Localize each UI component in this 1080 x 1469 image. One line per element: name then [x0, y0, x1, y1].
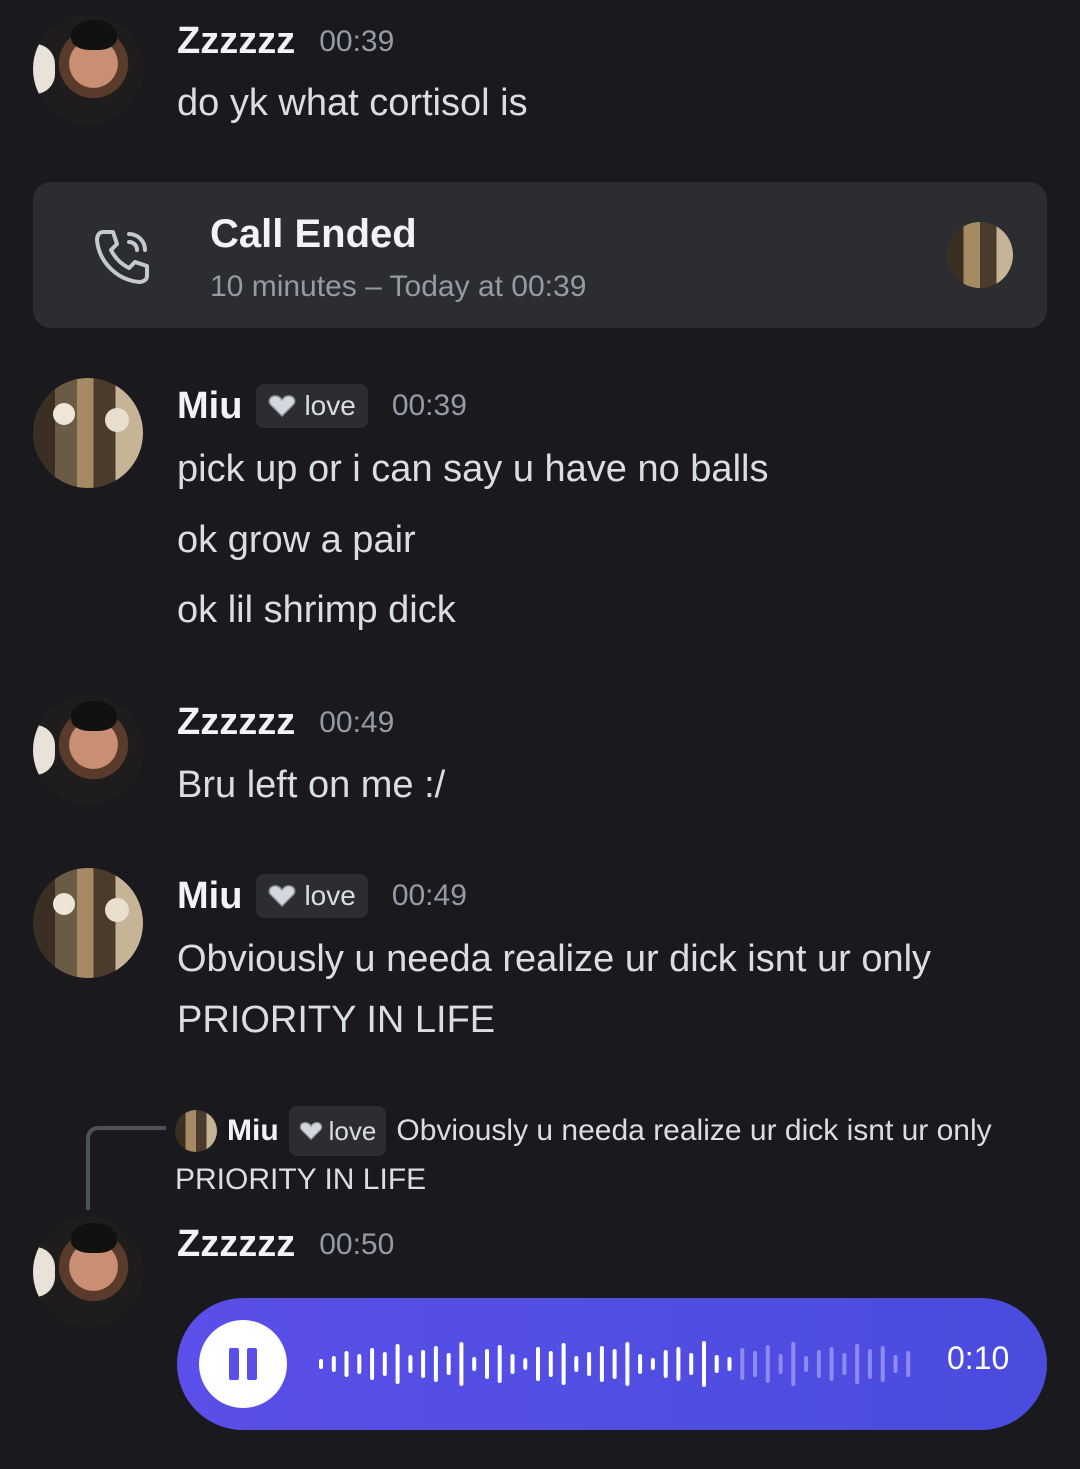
heart-icon	[299, 1121, 322, 1141]
waveform-bar	[612, 1349, 617, 1379]
waveform-bar	[472, 1357, 477, 1371]
waveform-bar	[778, 1354, 783, 1374]
message-text: Bru left on me :/	[177, 764, 446, 806]
heart-icon	[269, 885, 296, 908]
tag-label: love	[304, 880, 356, 911]
call-subtitle: 10 minutes – Today at 00:39	[210, 270, 587, 303]
reply-connector	[86, 1126, 166, 1210]
username[interactable]: Zzzzzz	[177, 701, 295, 744]
timestamp: 00:39	[319, 24, 395, 58]
waveform-bar	[536, 1347, 540, 1381]
heart-icon	[269, 395, 296, 418]
pause-icon	[229, 1348, 239, 1380]
waveform-bar	[676, 1347, 681, 1381]
waveform-bar	[523, 1358, 528, 1370]
waveform-bar	[421, 1350, 426, 1378]
avatar-zzzzzz[interactable]	[33, 695, 143, 805]
message-header: Zzzzzz 00:50	[177, 1223, 394, 1266]
reply-avatar	[175, 1110, 217, 1152]
waveform-bar	[906, 1351, 911, 1377]
message-header: Miu love 00:49	[177, 874, 467, 918]
waveform-bar	[727, 1357, 732, 1371]
waveform-bar	[319, 1359, 323, 1369]
waveform-bar	[485, 1349, 489, 1379]
message-text: pick up or i can say u have no balls	[177, 448, 769, 490]
message-text: ok grow a pair	[177, 519, 416, 561]
waveform-bar	[433, 1346, 438, 1382]
waveform-bar	[357, 1354, 362, 1374]
waveform-bar	[791, 1342, 796, 1386]
waveform-bar	[446, 1353, 451, 1375]
call-ended-card[interactable]: Call Ended 10 minutes – Today at 00:39	[33, 182, 1047, 328]
avatar-miu[interactable]	[33, 868, 143, 978]
pause-icon	[247, 1348, 257, 1380]
tag-label: love	[304, 390, 356, 421]
waveform-bar	[599, 1346, 604, 1382]
avatar-zzzzzz[interactable]	[33, 1217, 143, 1327]
reply-tag-label: love	[328, 1116, 377, 1146]
waveform-bar	[842, 1353, 847, 1375]
waveform-bar	[740, 1348, 745, 1380]
waveform-bar	[829, 1347, 834, 1381]
message-header: Miu love 00:39	[177, 384, 467, 428]
waveform-bar	[689, 1353, 694, 1375]
reply-user-tag: love	[288, 1106, 387, 1156]
waveform-bar	[548, 1351, 553, 1377]
phone-icon	[95, 230, 149, 284]
waveform-bar	[753, 1351, 757, 1377]
voice-duration: 0:10	[947, 1340, 1010, 1376]
waveform-bar	[382, 1352, 387, 1376]
message-header: Zzzzzz 00:39	[177, 20, 394, 63]
waveform-bar	[331, 1356, 336, 1372]
call-participant-avatar[interactable]	[947, 222, 1013, 288]
waveform-bar	[561, 1343, 566, 1385]
waveform-bar	[370, 1348, 375, 1380]
timestamp: 00:49	[391, 879, 467, 912]
username[interactable]: Zzzzzz	[177, 20, 295, 63]
message-text: Obviously u needa realize ur dick isnt u…	[177, 938, 932, 980]
waveform-bar	[893, 1355, 898, 1373]
timestamp: 00:50	[319, 1227, 395, 1261]
waveform-bar	[855, 1344, 860, 1384]
waveform-bar	[510, 1354, 515, 1374]
waveform-bar	[880, 1346, 885, 1382]
username[interactable]: Zzzzzz	[177, 1223, 295, 1266]
reply-username: Miu	[227, 1114, 279, 1147]
avatar-zzzzzz[interactable]	[33, 14, 143, 124]
waveform-bar	[344, 1351, 349, 1377]
waveform-bar	[625, 1342, 630, 1386]
pause-button[interactable]	[199, 1320, 287, 1408]
user-tag[interactable]: love	[256, 874, 368, 918]
waveform-bar	[408, 1355, 413, 1373]
timestamp: 00:49	[319, 705, 395, 739]
waveform-bar	[638, 1354, 643, 1374]
reply-preview[interactable]: Miu love Obviously u needa realize ur dick…	[175, 1106, 995, 1203]
user-tag[interactable]: love	[256, 384, 368, 428]
message-text: ok lil shrimp dick	[177, 589, 456, 631]
waveform-bar	[497, 1345, 502, 1383]
waveform-bar	[650, 1358, 655, 1370]
waveform[interactable]	[317, 1328, 927, 1400]
message-text: PRIORITY IN LIFE	[177, 999, 496, 1041]
waveform-bar	[574, 1356, 579, 1372]
waveform-bar	[804, 1356, 809, 1372]
waveform-bar	[395, 1344, 400, 1384]
username[interactable]: Miu	[177, 875, 242, 918]
waveform-bar	[765, 1345, 770, 1383]
waveform-bar	[816, 1350, 821, 1378]
waveform-bar	[702, 1341, 706, 1387]
waveform-bar	[587, 1352, 592, 1376]
waveform-bar	[459, 1342, 464, 1386]
voice-message[interactable]: 0:10	[177, 1298, 1047, 1430]
call-title: Call Ended	[210, 212, 417, 256]
waveform-bar	[663, 1350, 668, 1378]
username[interactable]: Miu	[177, 385, 242, 428]
avatar-miu[interactable]	[33, 378, 143, 488]
message-header: Zzzzzz 00:49	[177, 701, 394, 744]
waveform-bar	[714, 1355, 719, 1373]
message-text: do yk what cortisol is	[177, 82, 528, 124]
waveform-bar	[867, 1349, 872, 1379]
timestamp: 00:39	[391, 389, 467, 422]
